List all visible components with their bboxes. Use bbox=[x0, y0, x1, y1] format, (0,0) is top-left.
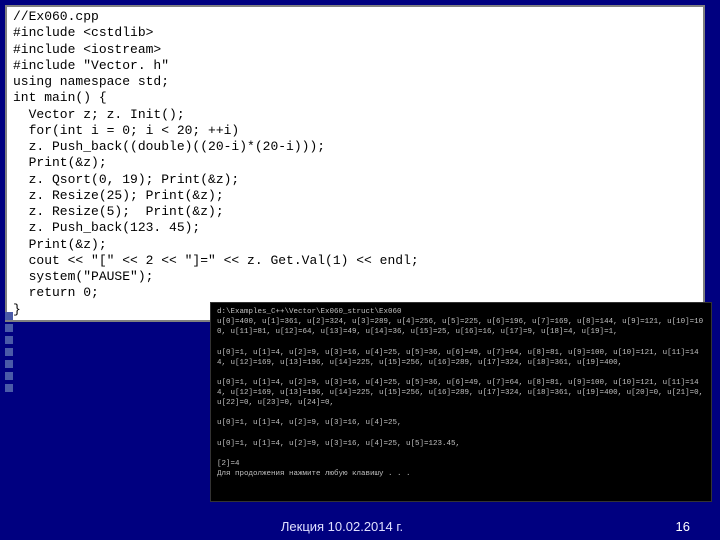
code-block: //Ex060.cpp #include <cstdlib> #include … bbox=[5, 5, 705, 322]
slide-footer: Лекция 10.02.2014 г. 16 bbox=[0, 519, 720, 534]
code-line: //Ex060.cpp bbox=[13, 9, 99, 24]
code-line: Vector z; z. Init(); bbox=[13, 107, 185, 122]
bullet-square bbox=[5, 324, 13, 332]
console-line: u[0]=1, u[1]=4, u[2]=9, u[3]=16, u[4]=25… bbox=[217, 379, 708, 407]
footer-page: 16 bbox=[676, 519, 690, 534]
code-line: #include "Vector. h" bbox=[13, 58, 169, 73]
bullet-square bbox=[5, 336, 13, 344]
code-line: Print(&z); bbox=[13, 155, 107, 170]
console-line: [2]=4 bbox=[217, 460, 240, 468]
console-line: u[0]=400, u[1]=361, u[2]=324, u[3]=289, … bbox=[217, 318, 703, 336]
bullet-square bbox=[5, 384, 13, 392]
console-line: u[0]=1, u[1]=4, u[2]=9, u[3]=16, u[4]=25… bbox=[217, 349, 699, 367]
code-line: z. Resize(25); Print(&z); bbox=[13, 188, 224, 203]
code-line: z. Push_back(123. 45); bbox=[13, 220, 200, 235]
code-line: cout << "[" << 2 << "]=" << z. Get.Val(1… bbox=[13, 253, 419, 268]
bullet-square bbox=[5, 348, 13, 356]
code-line: Print(&z); bbox=[13, 237, 107, 252]
console-line: u[0]=1, u[1]=4, u[2]=9, u[3]=16, u[4]=25… bbox=[217, 440, 460, 448]
code-line: int main() { bbox=[13, 90, 107, 105]
code-line: for(int i = 0; i < 20; ++i) bbox=[13, 123, 239, 138]
bullet-square bbox=[5, 372, 13, 380]
code-line: z. Qsort(0, 19); Print(&z); bbox=[13, 172, 239, 187]
bullet-square bbox=[5, 312, 13, 320]
console-line: Для продолжения нажмите любую клавишу . … bbox=[217, 470, 411, 478]
bullet-square bbox=[5, 360, 13, 368]
code-line: #include <cstdlib> bbox=[13, 25, 153, 40]
footer-date: Лекция 10.02.2014 г. bbox=[281, 519, 403, 534]
code-line: system("PAUSE"); bbox=[13, 269, 153, 284]
bullet-decor bbox=[5, 312, 13, 392]
console-output: d:\Examples_C++\Vector\Ex060_struct\Ex06… bbox=[210, 302, 712, 502]
console-line: d:\Examples_C++\Vector\Ex060_struct\Ex06… bbox=[217, 308, 402, 316]
code-line: z. Push_back((double)((20-i)*(20-i))); bbox=[13, 139, 325, 154]
code-line: } bbox=[13, 302, 21, 317]
code-line: return 0; bbox=[13, 285, 99, 300]
console-line: u[0]=1, u[1]=4, u[2]=9, u[3]=16, u[4]=25… bbox=[217, 419, 402, 427]
code-line: #include <iostream> bbox=[13, 42, 161, 57]
code-line: z. Resize(5); Print(&z); bbox=[13, 204, 224, 219]
code-line: using namespace std; bbox=[13, 74, 169, 89]
